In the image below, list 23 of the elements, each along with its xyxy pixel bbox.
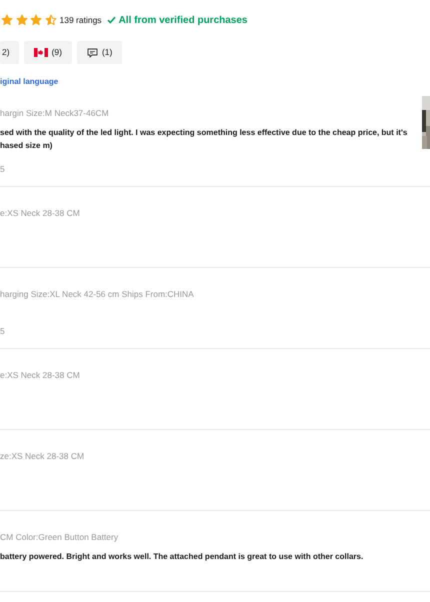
- check-icon: [106, 16, 116, 24]
- filter-chip[interactable]: (9): [24, 41, 72, 64]
- star-icon: [16, 14, 28, 26]
- review-variant: ze:XS Neck 28-38 CM: [0, 451, 84, 461]
- translate-link[interactable]: iginal language: [0, 76, 58, 88]
- flag-icon: [34, 48, 48, 57]
- review-text: sed with the quality of the led light. I was expecting something less effective due to the cheap price, but it's hased size m): [0, 127, 408, 152]
- review-variant: e:XS Neck 28-38 CM: [0, 208, 80, 218]
- review-variant: harging Size:XL Neck 42-56 cm Ships From:CHINA: [0, 289, 194, 299]
- review-variant: hargin Size:M Neck37-46CM: [0, 108, 109, 118]
- review-variant: CM Color:Green Button Battery: [0, 532, 118, 542]
- ratings-count: 139 ratings: [60, 14, 102, 26]
- star-icon: [1, 14, 13, 26]
- star-icon: [44, 14, 56, 26]
- verified-text: All from verified purchases: [118, 14, 248, 28]
- filter-chip[interactable]: 2): [0, 41, 19, 64]
- review-date: 5: [0, 164, 5, 174]
- review-date: 5: [0, 326, 5, 336]
- review-variant: e:XS Neck 28-38 CM: [0, 370, 80, 380]
- comment-icon: [86, 48, 98, 58]
- filter-chip[interactable]: (1): [76, 41, 122, 64]
- review-text: battery powered. Bright and works well. The attached pendant is great to use with other collars.: [0, 551, 364, 563]
- star-icon: [30, 14, 42, 26]
